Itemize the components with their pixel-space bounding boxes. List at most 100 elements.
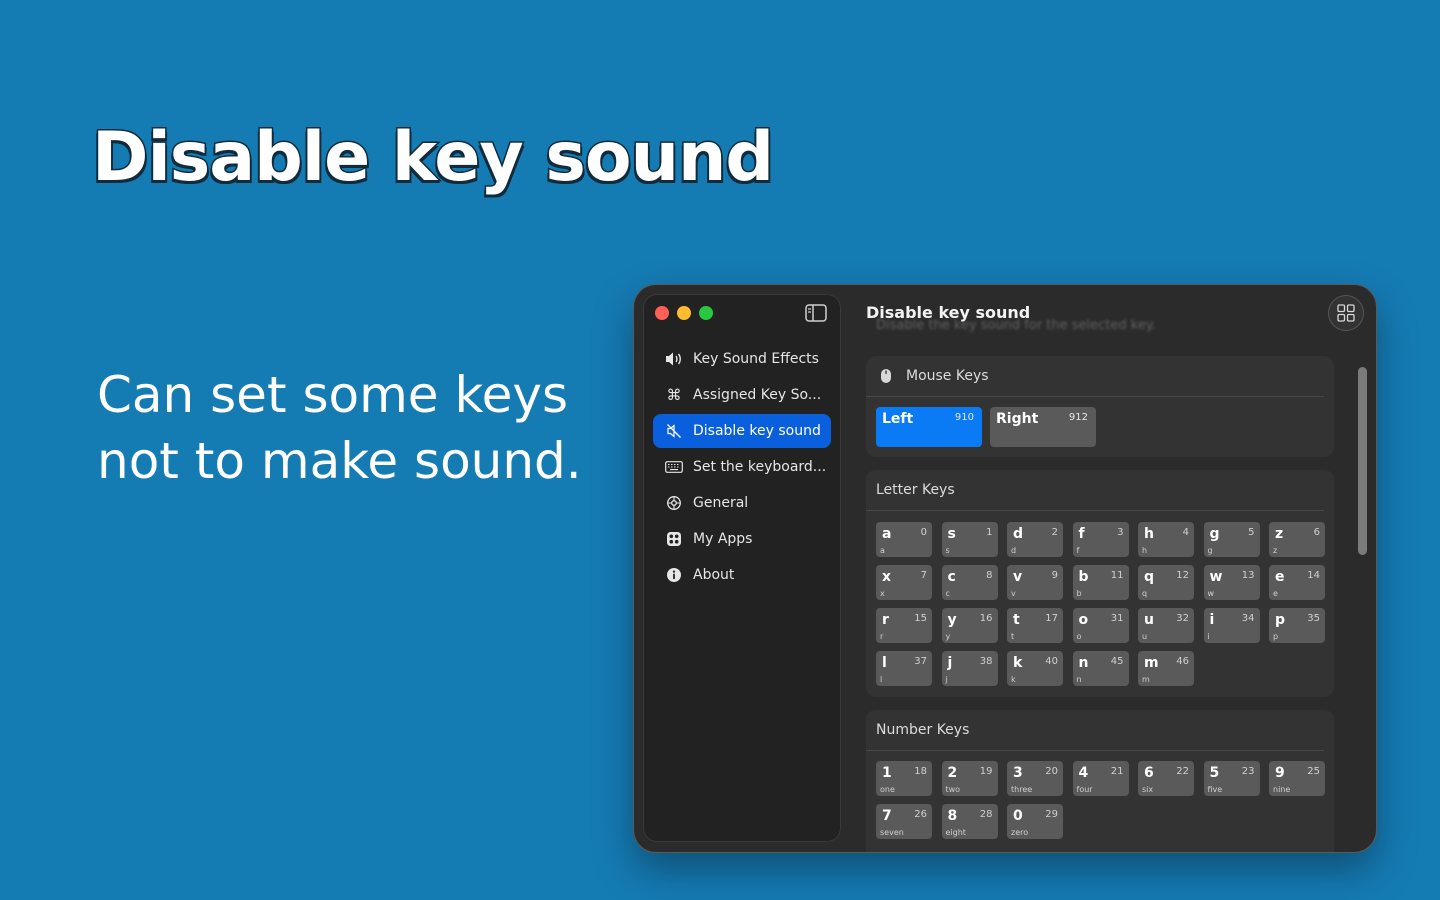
key-code: 11 <box>1110 570 1124 581</box>
scrollbar[interactable] <box>1356 345 1368 845</box>
key-j[interactable]: j 38 j <box>941 651 998 686</box>
key-sublabel: eight <box>945 828 966 837</box>
speaker-slash-icon <box>665 422 683 440</box>
grid-icon <box>1337 304 1355 322</box>
key-label: v <box>1013 569 1023 585</box>
sidebar-toggle-icon[interactable] <box>805 304 827 322</box>
key-label: x <box>882 569 892 585</box>
key-x[interactable]: x 7 x <box>876 565 932 600</box>
key-sublabel: w <box>1207 589 1215 598</box>
key-code: 1 <box>986 527 993 538</box>
key-5[interactable]: 5 23 five <box>1203 761 1260 796</box>
key-code: 3 <box>1117 527 1124 538</box>
sidebar-item-set-keyboard[interactable]: Set the keyboard... <box>653 450 831 484</box>
sidebar-item-label: Set the keyboard... <box>693 459 827 475</box>
key-3[interactable]: 3 20 three <box>1007 761 1063 796</box>
sidebar-item-general[interactable]: General <box>653 486 831 520</box>
key-k[interactable]: k 40 k <box>1007 651 1063 686</box>
key-label: s <box>947 526 956 542</box>
key-sublabel: h <box>1142 546 1148 555</box>
key-sublabel: v <box>1011 589 1016 598</box>
key-label: 8 <box>947 808 958 824</box>
key-code: 35 <box>1307 613 1320 624</box>
key-q[interactable]: q 12 q <box>1138 565 1194 600</box>
key-l[interactable]: l 37 l <box>876 651 932 686</box>
main-content: Disable the key sound for the selected k… <box>854 285 1376 852</box>
key-v[interactable]: v 9 v <box>1007 565 1063 600</box>
key-label: u <box>1144 612 1154 628</box>
key-c[interactable]: c 8 c <box>941 565 998 600</box>
close-window-button[interactable] <box>655 306 669 320</box>
key-0[interactable]: 0 29 zero <box>1007 804 1063 839</box>
mouse-icon <box>881 369 891 383</box>
key-7[interactable]: 7 26 seven <box>876 804 932 839</box>
key-t[interactable]: t 17 t <box>1007 608 1063 643</box>
key-label: g <box>1209 526 1220 542</box>
sidebar-item-my-apps[interactable]: My Apps <box>653 522 831 556</box>
key-1[interactable]: 1 18 one <box>876 761 932 796</box>
key-sublabel: x <box>880 589 885 598</box>
sidebar-item-assigned-key-sound[interactable]: ⌘ Assigned Key So... <box>653 378 831 412</box>
key-sublabel: m <box>1142 675 1150 684</box>
sidebar-item-disable-key-sound[interactable]: Disable key sound <box>653 414 831 448</box>
key-code: 910 <box>954 412 974 423</box>
key-4[interactable]: 4 21 four <box>1072 761 1129 796</box>
key-code: 8 <box>986 570 993 581</box>
key-e[interactable]: e 14 e <box>1269 565 1325 600</box>
key-sublabel: f <box>1076 546 1080 555</box>
key-label: a <box>882 526 892 542</box>
command-icon: ⌘ <box>666 386 682 404</box>
key-9[interactable]: 9 25 nine <box>1269 761 1325 796</box>
key-code: 4 <box>1182 527 1189 538</box>
key-n[interactable]: n 45 n <box>1072 651 1129 686</box>
key-label: 5 <box>1209 765 1220 781</box>
key-code: 25 <box>1307 766 1320 777</box>
sidebar-item-key-sound-effects[interactable]: Key Sound Effects <box>653 342 831 376</box>
section-title: Mouse Keys <box>906 368 989 384</box>
traffic-lights <box>655 306 713 320</box>
key-label: n <box>1078 655 1089 671</box>
sidebar-item-label: Disable key sound <box>693 423 821 439</box>
key-sublabel: y <box>945 632 951 641</box>
key-h[interactable]: h 4 h <box>1138 522 1194 557</box>
key-i[interactable]: i 34 i <box>1203 608 1260 643</box>
key-b[interactable]: b 11 b <box>1072 565 1129 600</box>
key-p[interactable]: p 35 p <box>1269 608 1325 643</box>
key-6[interactable]: 6 22 six <box>1138 761 1194 796</box>
scrollbar-thumb[interactable] <box>1358 367 1367 555</box>
key-r[interactable]: r 15 r <box>876 608 932 643</box>
sidebar-item-about[interactable]: About <box>653 558 831 592</box>
key-code: 15 <box>914 613 927 624</box>
number-key-grid: 1 18 one 2 19 two 3 20 three 4 21 four 6 22 six 5 23 five… <box>876 761 1325 839</box>
key-u[interactable]: u 32 u <box>1138 608 1194 643</box>
key-z[interactable]: z 6 z <box>1269 522 1325 557</box>
key-s[interactable]: s 1 s <box>941 522 998 557</box>
mouse-key-right[interactable]: Right 912 <box>990 407 1096 447</box>
key-label: j <box>947 655 953 671</box>
key-label: y <box>947 612 957 628</box>
key-code: 31 <box>1110 613 1124 624</box>
key-label: h <box>1144 526 1154 542</box>
key-code: 912 <box>1068 412 1088 423</box>
key-y[interactable]: y 16 y <box>941 608 998 643</box>
zoom-window-button[interactable] <box>699 306 713 320</box>
key-o[interactable]: o 31 o <box>1072 608 1129 643</box>
grid-view-button[interactable] <box>1328 295 1364 331</box>
key-label: Right <box>996 411 1039 427</box>
key-g[interactable]: g 5 g <box>1203 522 1260 557</box>
key-sublabel: one <box>880 785 895 794</box>
key-sublabel: six <box>1142 785 1154 794</box>
key-m[interactable]: m 46 m <box>1138 651 1194 686</box>
speaker-icon <box>665 350 683 368</box>
key-w[interactable]: w 13 w <box>1203 565 1260 600</box>
key-label: k <box>1013 655 1023 671</box>
minimize-window-button[interactable] <box>677 306 691 320</box>
mouse-key-left[interactable]: Left 910 <box>876 407 982 447</box>
key-8[interactable]: 8 28 eight <box>941 804 998 839</box>
key-f[interactable]: f 3 f <box>1072 522 1129 557</box>
key-a[interactable]: a 0 a <box>876 522 932 557</box>
key-label: Left <box>882 411 914 427</box>
promo-subline: Can set some keys not to make sound. <box>97 366 582 490</box>
key-d[interactable]: d 2 d <box>1007 522 1063 557</box>
key-2[interactable]: 2 19 two <box>941 761 998 796</box>
